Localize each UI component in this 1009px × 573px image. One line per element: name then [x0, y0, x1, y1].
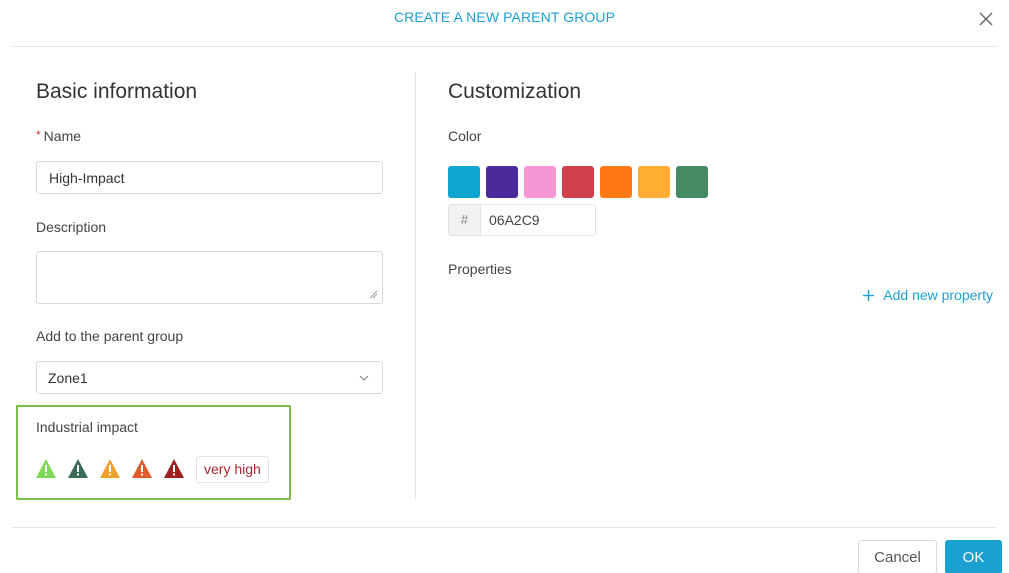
resize-grip-icon[interactable]	[368, 289, 378, 299]
parent-group-label: Add to the parent group	[36, 328, 184, 344]
properties-label: Properties	[448, 261, 512, 277]
impact-level-4-warning-icon[interactable]	[131, 458, 153, 479]
footer-divider	[12, 527, 997, 528]
basic-information-heading: Basic information	[36, 80, 198, 103]
color-label: Color	[448, 128, 482, 144]
add-new-property-label: Add new property	[883, 287, 993, 303]
customization-heading: Customization	[448, 80, 582, 103]
color-swatch-red[interactable]	[562, 166, 594, 198]
parent-group-select[interactable]	[36, 361, 383, 394]
add-new-property-link[interactable]: Add new property	[862, 287, 993, 303]
color-swatch-purple[interactable]	[486, 166, 518, 198]
description-textarea[interactable]	[36, 251, 383, 304]
parent-group-value: Zone1	[48, 370, 88, 386]
hex-color-input[interactable]	[483, 205, 593, 235]
impact-level-3-warning-icon[interactable]	[99, 458, 121, 479]
description-label: Description	[36, 219, 107, 235]
color-swatch-green[interactable]	[676, 166, 708, 198]
cancel-button[interactable]: Cancel	[858, 540, 937, 573]
impact-level-1-warning-icon[interactable]	[35, 458, 57, 479]
plus-icon	[863, 289, 875, 301]
industrial-impact-label: Industrial impact	[36, 419, 138, 435]
hex-color-field: #	[448, 204, 596, 236]
ok-button[interactable]: OK	[945, 540, 1002, 573]
name-label: * Name	[36, 128, 81, 144]
chevron-down-icon	[359, 375, 369, 381]
name-input[interactable]	[36, 161, 383, 194]
name-label-text: Name	[43, 128, 82, 144]
color-swatch-amber[interactable]	[638, 166, 670, 198]
color-swatch-pink[interactable]	[524, 166, 556, 198]
column-divider	[415, 72, 416, 500]
create-parent-group-dialog: CREATE A NEW PARENT GROUP Basic informat…	[0, 0, 1009, 573]
dialog-title: CREATE A NEW PARENT GROUP	[393, 9, 616, 25]
close-icon[interactable]	[975, 8, 997, 30]
color-swatch-orange[interactable]	[600, 166, 632, 198]
dialog-header: CREATE A NEW PARENT GROUP	[12, 0, 997, 47]
impact-level-5-warning-icon[interactable]	[163, 458, 185, 479]
impact-level-2-warning-icon[interactable]	[67, 458, 89, 479]
impact-level-badge: very high	[196, 456, 269, 483]
hex-prefix: #	[449, 205, 481, 235]
color-swatch-blue[interactable]	[448, 166, 480, 198]
required-mark: *	[36, 128, 41, 142]
